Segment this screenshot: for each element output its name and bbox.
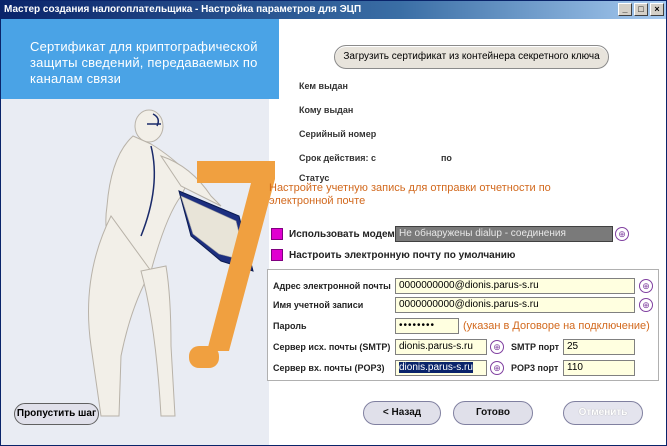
serial-number-label: Серийный номер — [299, 129, 377, 139]
use-modem-label: Использовать модем — [289, 229, 395, 240]
issued-to-label: Кому выдан — [299, 105, 354, 115]
cancel-button[interactable]: Отменить — [563, 401, 643, 425]
smtp-port-label: SMTP порт — [511, 342, 560, 352]
pop3-server-field[interactable]: dionis.parus-s.ru — [395, 360, 487, 376]
account-heading: Настройте учетную запись для отправки от… — [269, 182, 551, 207]
smtp-server-label: Сервер исх. почты (SMTP) — [273, 342, 391, 352]
skip-step-button[interactable]: Пропустить шаг — [14, 403, 99, 425]
email-options-icon[interactable]: ⊕ — [639, 279, 653, 293]
pop3-server-value: dionis.parus-s.ru — [399, 362, 473, 373]
default-mail-checkbox[interactable] — [271, 249, 283, 261]
email-label: Адрес электронной почты — [273, 281, 391, 291]
modem-options-icon[interactable]: ⊕ — [615, 227, 629, 241]
password-hint: (указан в Договоре на подключение) — [463, 320, 650, 332]
banner-text: Сертификат для криптографической защиты … — [30, 39, 258, 86]
account-options-icon[interactable]: ⊕ — [639, 298, 653, 312]
close-button[interactable]: × — [650, 3, 664, 16]
step-number-graphic — [189, 161, 275, 368]
done-button[interactable]: Готово — [453, 401, 533, 425]
wizard-window: Мастер создания налогоплательщика - Наст… — [0, 0, 667, 446]
validity-label: Срок действия: с — [299, 153, 376, 163]
password-field[interactable]: •••••••• — [395, 318, 459, 334]
email-field[interactable]: 0000000000@dionis.parus-s.ru — [395, 278, 635, 294]
pop3-options-icon[interactable]: ⊕ — [490, 361, 504, 375]
load-certificate-button[interactable]: Загрузить сертификат из контейнера секре… — [334, 45, 609, 69]
title-bar: Мастер создания налогоплательщика - Наст… — [1, 1, 666, 19]
maximize-button[interactable]: □ — [634, 3, 648, 16]
password-label: Пароль — [273, 321, 307, 331]
minimize-button[interactable]: _ — [618, 3, 632, 16]
account-name-label: Имя учетной записи — [273, 300, 364, 310]
issued-by-label: Кем выдан — [299, 81, 348, 91]
window-title: Мастер создания налогоплательщика - Наст… — [4, 4, 362, 15]
smtp-port-field[interactable]: 25 — [563, 339, 635, 355]
account-name-field[interactable]: 0000000000@dionis.parus-s.ru — [395, 297, 635, 313]
modem-connection-field[interactable]: Не обнаружены dialup - соединения — [395, 226, 613, 242]
use-modem-checkbox[interactable] — [271, 228, 283, 240]
smtp-options-icon[interactable]: ⊕ — [490, 340, 504, 354]
pop3-port-field[interactable]: 110 — [563, 360, 635, 376]
back-button[interactable]: < Назад — [363, 401, 441, 425]
default-mail-label: Настроить электронную почту по умолчанию — [289, 250, 516, 261]
pop3-server-label: Сервер вх. почты (POP3) — [273, 363, 385, 373]
window-controls: _ □ × — [618, 3, 664, 16]
pop3-port-label: POP3 порт — [511, 363, 559, 373]
smtp-server-field[interactable]: dionis.parus-s.ru — [395, 339, 487, 355]
validity-to-label: по — [441, 153, 452, 163]
